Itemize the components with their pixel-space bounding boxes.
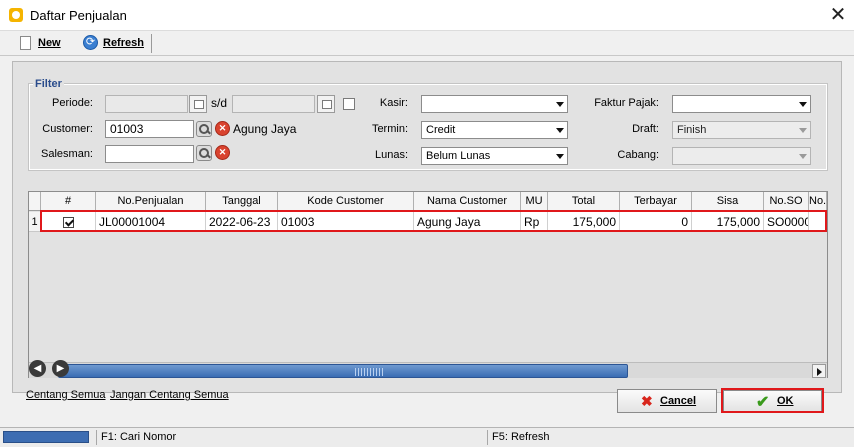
sd-label: s/d xyxy=(211,96,228,110)
chevron-down-icon xyxy=(556,102,564,107)
cancel-button[interactable]: ✖ Cancel xyxy=(617,389,717,413)
faktur-pajak-label: Faktur Pajak: xyxy=(594,97,659,109)
cell-no-so[interactable]: SO0000 xyxy=(764,212,809,232)
window-title: Daftar Penjualan xyxy=(30,8,127,23)
kasir-label: Kasir: xyxy=(379,97,408,109)
horizontal-scrollbar[interactable] xyxy=(29,362,827,378)
cell-nama-customer[interactable]: Agung Jaya xyxy=(414,212,521,232)
uncheck-all-link[interactable]: Jangan Centang Semua xyxy=(110,389,229,401)
chevron-down-icon xyxy=(556,154,564,159)
checkbox-checked-icon[interactable] xyxy=(62,217,74,228)
status-hint-f5: F5: Refresh xyxy=(487,430,847,445)
termin-select[interactable]: Credit xyxy=(421,121,568,139)
draft-select[interactable]: Finish xyxy=(672,121,811,139)
refresh-icon: ⟳ xyxy=(83,35,98,50)
new-document-icon xyxy=(20,36,31,50)
customer-search-icon[interactable] xyxy=(196,121,212,137)
lunas-select[interactable]: Belum Lunas xyxy=(421,147,568,165)
nav-forward-icon[interactable]: ▶ xyxy=(52,360,69,377)
nav-back-icon[interactable]: ◀ xyxy=(29,360,46,377)
scrollbar-thumb[interactable] xyxy=(58,364,628,378)
scroll-right-button[interactable] xyxy=(812,364,826,378)
new-button[interactable]: New xyxy=(18,34,66,53)
cell-mu[interactable]: Rp xyxy=(521,212,548,232)
app-logo-icon xyxy=(9,8,23,22)
termin-value: Credit xyxy=(426,124,456,136)
salesman-search-icon[interactable] xyxy=(196,145,212,161)
customer-name: Agung Jaya xyxy=(233,122,297,136)
row-number: 1 xyxy=(29,212,41,232)
chevron-down-icon xyxy=(556,128,564,133)
draft-value: Finish xyxy=(677,124,707,136)
cabang-label: Cabang: xyxy=(617,149,659,161)
cabang-select[interactable] xyxy=(672,147,811,165)
column-header-tanggal[interactable]: Tanggal xyxy=(206,192,278,211)
cell-sisa[interactable]: 175,000 xyxy=(692,212,764,232)
cell-terbayar[interactable]: 0 xyxy=(620,212,692,232)
column-header-no-so[interactable]: No.SO xyxy=(764,192,809,211)
lunas-label: Lunas: xyxy=(374,149,408,161)
termin-label: Termin: xyxy=(371,123,408,135)
column-header-no[interactable]: No. xyxy=(809,192,827,211)
column-header-sisa[interactable]: Sisa xyxy=(692,192,764,211)
close-button[interactable]: ✕ xyxy=(826,4,850,26)
periode-end-input[interactable] xyxy=(232,95,315,113)
row-checkbox-cell[interactable] xyxy=(41,212,96,232)
customer-clear-icon[interactable]: ✕ xyxy=(215,121,230,136)
salesman-clear-icon[interactable]: ✕ xyxy=(215,145,230,160)
customer-code-input[interactable]: 01003 xyxy=(105,120,194,138)
column-header-terbayar[interactable]: Terbayar xyxy=(620,192,692,211)
cell-no-penjualan[interactable]: JL00001004 xyxy=(96,212,206,232)
column-header-total[interactable]: Total xyxy=(548,192,620,211)
refresh-button-label: Refresh xyxy=(103,37,144,49)
ok-button-highlight xyxy=(721,388,824,413)
column-header-no-penjualan[interactable]: No.Penjualan xyxy=(96,192,206,211)
column-header-check[interactable]: # xyxy=(41,192,96,211)
status-bar: F1: Cari Nomor F5: Refresh xyxy=(0,427,854,447)
lunas-value: Belum Lunas xyxy=(426,150,491,162)
salesman-label: Salesman: xyxy=(41,148,93,160)
chevron-down-icon xyxy=(799,128,807,133)
periode-label: Periode: xyxy=(52,97,93,109)
refresh-button[interactable]: ⟳ Refresh xyxy=(82,34,152,53)
salesman-input[interactable] xyxy=(105,145,194,163)
cancel-x-icon: ✖ xyxy=(641,393,653,409)
periode-start-calendar-icon[interactable] xyxy=(189,95,207,113)
title-bar: Daftar Penjualan ✕ xyxy=(0,0,854,31)
cell-kode-customer[interactable]: 01003 xyxy=(278,212,414,232)
status-hint-f1: F1: Cari Nomor xyxy=(96,430,486,445)
filter-legend: Filter xyxy=(33,78,64,90)
toolbar: New ⟳ Refresh xyxy=(0,31,854,56)
sales-grid: # No.Penjualan Tanggal Kode Customer Nam… xyxy=(28,191,828,378)
status-progress xyxy=(3,431,89,443)
draft-label: Draft: xyxy=(632,123,659,135)
faktur-pajak-select[interactable] xyxy=(672,95,811,113)
cancel-button-label: Cancel xyxy=(660,395,697,407)
chevron-down-icon xyxy=(799,154,807,159)
check-all-link[interactable]: Centang Semua xyxy=(26,389,106,401)
column-header-kode-customer[interactable]: Kode Customer xyxy=(278,192,414,211)
row-indicator-header xyxy=(29,192,41,211)
cell-tanggal[interactable]: 2022-06-23 xyxy=(206,212,278,232)
periode-end-calendar-icon[interactable] xyxy=(317,95,335,113)
customer-label: Customer: xyxy=(42,123,93,135)
periode-start-input[interactable] xyxy=(105,95,188,113)
kasir-select[interactable] xyxy=(421,95,568,113)
new-button-label: New xyxy=(38,37,61,49)
chevron-down-icon xyxy=(799,102,807,107)
cell-no[interactable] xyxy=(809,212,827,232)
cell-total[interactable]: 175,000 xyxy=(548,212,620,232)
column-header-mu[interactable]: MU xyxy=(521,192,548,211)
grip-icon xyxy=(355,368,383,376)
column-header-nama-customer[interactable]: Nama Customer xyxy=(414,192,521,211)
